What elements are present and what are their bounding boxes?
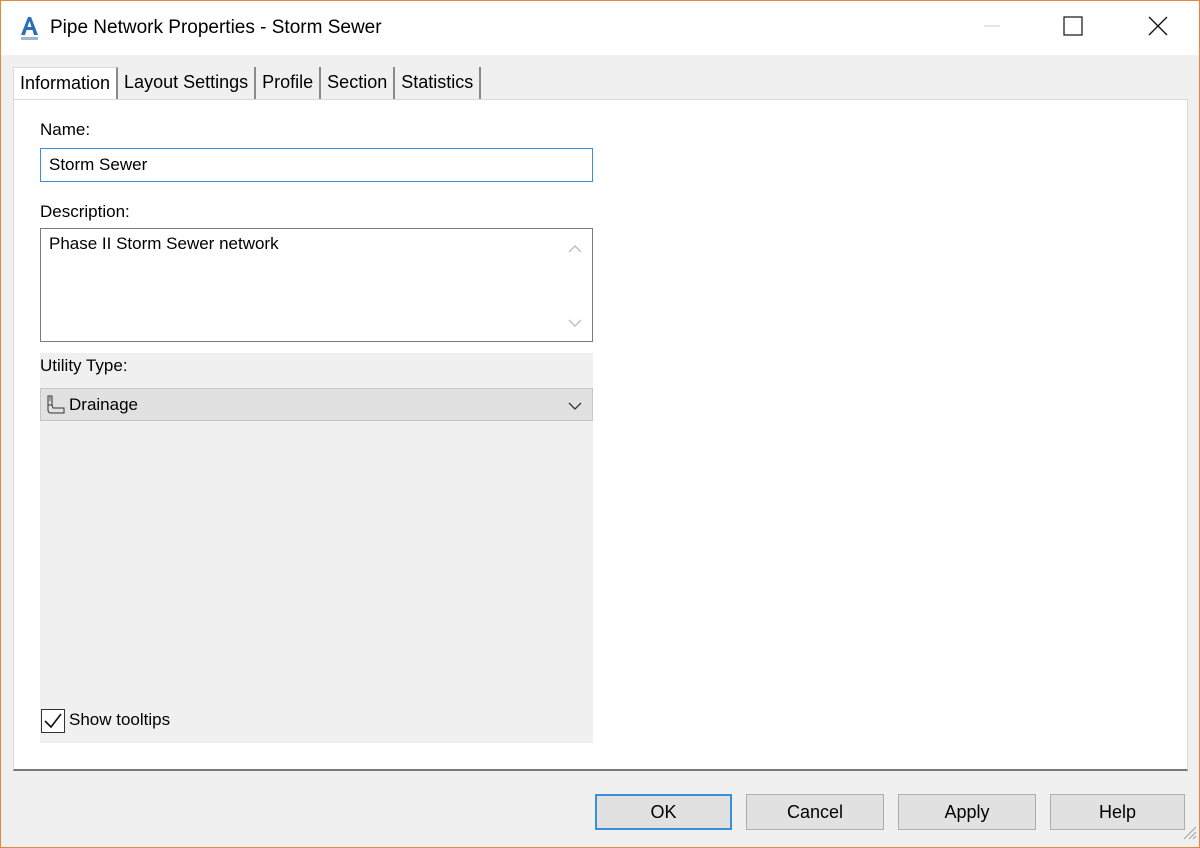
name-field[interactable] [40, 148, 593, 182]
title-bar[interactable]: Pipe Network Properties - Storm Sewer [1, 1, 1199, 55]
help-button[interactable]: Help [1050, 794, 1185, 830]
chevron-down-icon [568, 398, 582, 416]
ok-button[interactable]: OK [595, 794, 732, 830]
utility-type-label: Utility Type: [40, 356, 128, 375]
maximize-icon [1063, 15, 1083, 41]
minimize-icon [984, 18, 1000, 39]
maximize-button[interactable] [1044, 1, 1102, 55]
apply-button[interactable]: Apply [898, 794, 1036, 830]
show-tooltips-checkbox[interactable] [41, 709, 65, 733]
dialog-window: Pipe Network Properties - Storm Sewer In… [0, 0, 1200, 848]
tab-information[interactable]: Information [13, 67, 119, 100]
tab-section[interactable]: Section [321, 67, 396, 99]
utility-type-dropdown[interactable]: Drainage [40, 388, 593, 421]
description-scrollbar[interactable] [560, 229, 592, 341]
description-field[interactable]: Phase II Storm Sewer network [40, 228, 593, 342]
close-icon [1148, 16, 1168, 41]
information-tab-page: Name: Description: Phase II Storm Sewer … [13, 99, 1188, 771]
utility-panel: Utility Type: Drainage Show tooltips [40, 353, 593, 743]
tab-layout-settings[interactable]: Layout Settings [118, 67, 257, 99]
description-label: Description: [40, 202, 130, 221]
autocad-civil-icon [19, 15, 39, 41]
utility-type-value: Drainage [69, 395, 138, 414]
name-label: Name: [40, 120, 91, 139]
cancel-button[interactable]: Cancel [746, 794, 884, 830]
drainage-icon [45, 395, 67, 420]
window-title: Pipe Network Properties - Storm Sewer [50, 17, 382, 38]
checkmark-icon [42, 713, 64, 736]
resize-grip-icon[interactable] [1181, 824, 1197, 845]
tab-statistics[interactable]: Statistics [395, 67, 482, 99]
show-tooltips-label[interactable]: Show tooltips [69, 710, 170, 730]
description-text: Phase II Storm Sewer network [49, 234, 279, 253]
scroll-up-icon[interactable] [568, 241, 582, 259]
tab-strip: Information Layout Settings Profile Sect… [13, 67, 482, 100]
close-button[interactable] [1129, 1, 1187, 55]
tab-profile[interactable]: Profile [256, 67, 322, 99]
minimize-button[interactable] [963, 1, 1021, 55]
scroll-down-icon[interactable] [568, 315, 582, 333]
